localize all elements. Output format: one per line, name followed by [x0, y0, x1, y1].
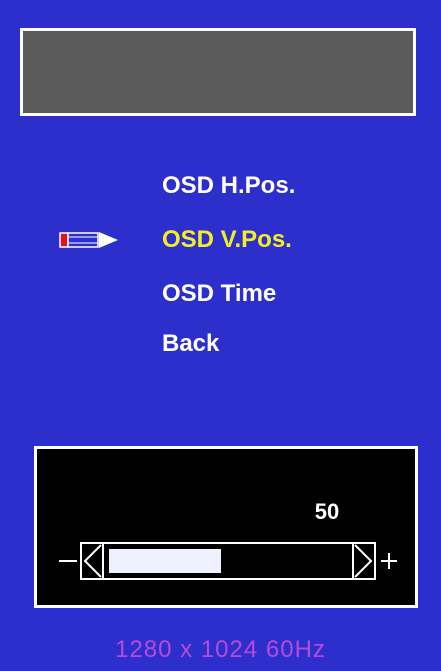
slider-fill: [109, 549, 221, 573]
resolution-status: 1280 x 1024 60Hz: [115, 636, 326, 663]
osd-title-box: [20, 28, 416, 116]
pencil-pointer-icon: [59, 232, 118, 248]
slider-graphic: [59, 542, 397, 580]
menu-item-back[interactable]: Back: [162, 330, 219, 358]
menu-item-osd-v-pos[interactable]: OSD V.Pos.: [162, 226, 292, 254]
plus-icon[interactable]: [381, 553, 397, 569]
menu-item-osd-time[interactable]: OSD Time: [162, 280, 276, 308]
slider-panel: 50: [34, 446, 418, 608]
menu-item-osd-h-pos[interactable]: OSD H.Pos.: [162, 172, 295, 200]
osd-panel: OSD H.Pos. OSD V.Pos. OSD Time Back 50 1…: [0, 0, 441, 671]
